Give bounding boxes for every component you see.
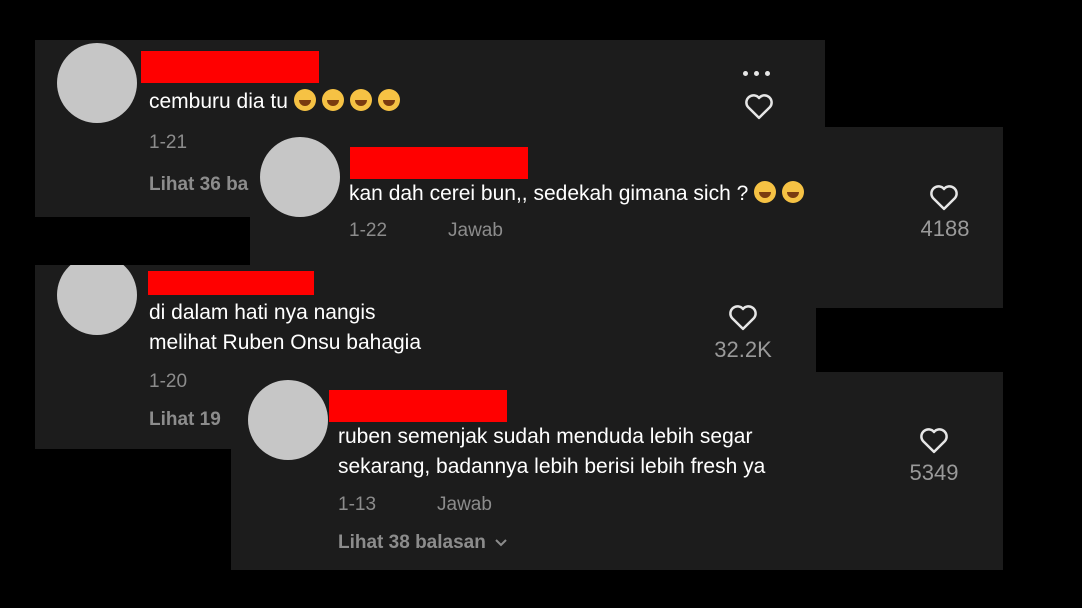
- comment-text-line: cemburu dia tu: [149, 90, 288, 113]
- like-count: 32.2K: [714, 337, 772, 362]
- heart-icon[interactable]: [919, 426, 949, 454]
- heart-icon[interactable]: [929, 183, 959, 211]
- redacted-username: [148, 271, 314, 295]
- chevron-down-icon: [495, 539, 507, 547]
- view-replies-label: Lihat 36 ba: [149, 174, 249, 195]
- comment-text-line: ruben semenjak sudah menduda lebih segar: [338, 425, 753, 448]
- avatar[interactable]: [57, 265, 137, 335]
- redacted-username: [141, 51, 319, 83]
- rolling-laughing-emoji-icon: [782, 181, 805, 203]
- comment-date: 1-13: [338, 494, 377, 515]
- view-replies-label: Lihat 38 balasan: [338, 532, 486, 553]
- reply-button[interactable]: Jawab: [437, 494, 492, 516]
- comment-text-line: kan dah cerei bun,, sedekah gimana sich …: [349, 182, 749, 205]
- view-replies-button[interactable]: Lihat 19: [149, 409, 221, 431]
- view-replies-label: Lihat 19: [149, 409, 221, 430]
- comment-text-line: sekarang, badannya lebih berisi lebih fr…: [338, 455, 766, 478]
- rolling-laughing-emoji-icon: [754, 181, 777, 203]
- comment-text: di dalam hati nya nangis melihat Ruben O…: [149, 298, 421, 358]
- comment-text: kan dah cerei bun,, sedekah gimana sich …: [349, 179, 805, 209]
- comment-text: ruben semenjak sudah menduda lebih segar…: [338, 422, 765, 482]
- comment-date: 1-22: [349, 220, 388, 241]
- comment-date: 1-20: [149, 371, 188, 392]
- avatar[interactable]: [248, 380, 328, 460]
- comment-text-line: di dalam hati nya nangis: [149, 301, 376, 324]
- laughing-emoji-icon: [349, 89, 372, 111]
- redacted-username: [350, 147, 528, 179]
- laughing-emoji-icon: [321, 89, 344, 111]
- laughing-emoji-icon: [293, 89, 316, 111]
- like-count: 5349: [909, 460, 959, 485]
- comment-card-4: ruben semenjak sudah menduda lebih segar…: [231, 372, 1003, 570]
- heart-icon[interactable]: [744, 92, 774, 120]
- avatar[interactable]: [260, 137, 340, 217]
- view-replies-button[interactable]: Lihat 38 balasan: [338, 532, 508, 554]
- comment-date: 1-21: [149, 132, 188, 153]
- heart-icon[interactable]: [728, 303, 758, 331]
- comment-text-line: melihat Ruben Onsu bahagia: [149, 331, 422, 354]
- like-count: 4188: [920, 216, 970, 241]
- ellipsis-icon[interactable]: [743, 71, 770, 76]
- avatar[interactable]: [57, 43, 137, 123]
- reply-button[interactable]: Jawab: [448, 220, 503, 242]
- view-replies-button[interactable]: Lihat 36 ba: [149, 174, 248, 196]
- redacted-username: [329, 390, 507, 422]
- comment-text: cemburu dia tu: [149, 87, 400, 117]
- laughing-emoji-icon: [377, 89, 400, 111]
